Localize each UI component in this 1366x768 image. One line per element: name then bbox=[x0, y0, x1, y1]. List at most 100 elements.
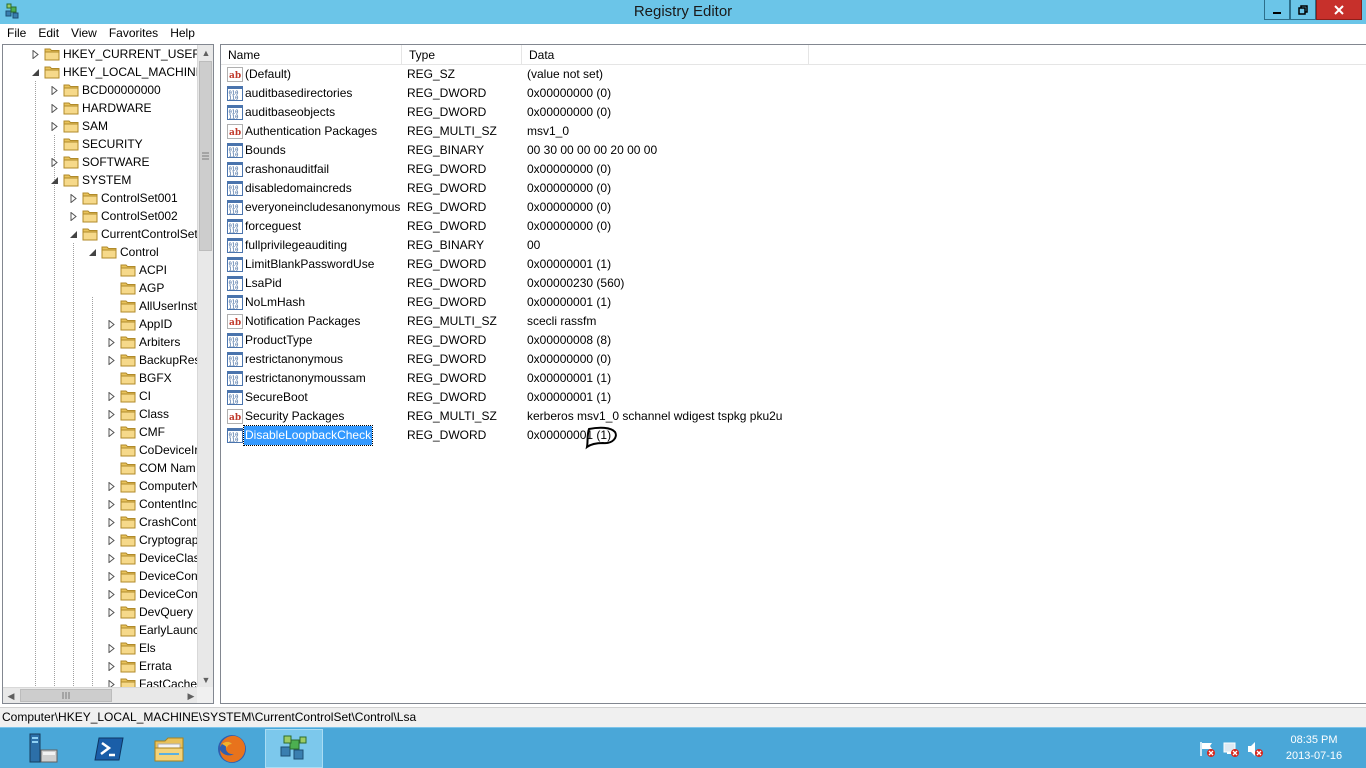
tree-node[interactable]: AllUserInst bbox=[107, 297, 197, 315]
minimize-button[interactable] bbox=[1264, 0, 1290, 20]
tree-expander[interactable] bbox=[107, 531, 116, 549]
value-row[interactable]: 010 110 SecureBoot REG_DWORD 0x00000001 (1) bbox=[221, 388, 1366, 407]
menu-edit[interactable]: Edit bbox=[32, 24, 65, 44]
tree-expander[interactable] bbox=[107, 315, 116, 333]
tree-expander[interactable] bbox=[107, 585, 116, 603]
tree-expander[interactable] bbox=[107, 351, 116, 369]
column-header-data[interactable]: Data bbox=[522, 45, 809, 65]
menu-help[interactable]: Help bbox=[164, 24, 201, 44]
value-row[interactable]: 010 110 auditbaseobjects REG_DWORD 0x0000000… bbox=[221, 103, 1366, 122]
value-row[interactable]: 010 110 auditbasedirectories REG_DWORD 0x000… bbox=[221, 84, 1366, 103]
value-row[interactable]: 010 110 everyoneincludesanonymous REG_DWORD… bbox=[221, 198, 1366, 217]
menu-file[interactable]: File bbox=[0, 24, 32, 44]
tree-node[interactable]: SECURITY bbox=[50, 135, 143, 153]
tree-node[interactable]: ContentInc bbox=[107, 495, 197, 513]
taskbar-file-explorer[interactable] bbox=[140, 729, 198, 768]
menu-view[interactable]: View bbox=[65, 24, 103, 44]
tree-horizontal-scrollbar[interactable]: ◀ ▶ bbox=[3, 687, 199, 703]
tree-expander[interactable] bbox=[31, 63, 40, 81]
value-row[interactable]: ab Notification Packages REG_MULTI_SZ scecl… bbox=[221, 312, 1366, 331]
tree-node[interactable]: HKEY_CURRENT_USER bbox=[31, 45, 199, 63]
value-row[interactable]: 010 110 disabledomaincreds REG_DWORD 0x00000… bbox=[221, 179, 1366, 198]
tree-node[interactable]: Errata bbox=[107, 657, 172, 675]
tree-node[interactable]: ControlSet002 bbox=[69, 207, 178, 225]
restore-button[interactable] bbox=[1290, 0, 1316, 20]
value-row[interactable]: 010 110 LimitBlankPasswordUse REG_DWORD 0x00… bbox=[221, 255, 1366, 274]
tree-node[interactable]: Cryptograp bbox=[107, 531, 198, 549]
tree-node[interactable]: Els bbox=[107, 639, 156, 657]
column-header-type[interactable]: Type bbox=[402, 45, 522, 65]
tree-expander[interactable] bbox=[69, 189, 78, 207]
tree-node[interactable]: BGFX bbox=[107, 369, 172, 387]
key-tree-pane[interactable]: HKEY_CURRENT_USER HKEY_LOCAL_MACHINE BCD00… bbox=[2, 44, 214, 704]
close-button[interactable] bbox=[1316, 0, 1362, 20]
tree-node[interactable]: CI bbox=[107, 387, 151, 405]
tree-node[interactable]: AGP bbox=[107, 279, 164, 297]
value-row[interactable]: 010 110 crashonauditfail REG_DWORD 0x0000000… bbox=[221, 160, 1366, 179]
tree-expander[interactable] bbox=[69, 225, 78, 243]
value-row[interactable]: 010 110 DisableLoopbackCheck REG_DWORD 0x000… bbox=[221, 425, 1366, 446]
tree-expander[interactable] bbox=[88, 243, 97, 261]
clock[interactable]: 08:35 PM 2013-07-16 bbox=[1266, 732, 1362, 764]
tree-expander[interactable] bbox=[107, 567, 116, 585]
tree-node[interactable]: BackupRes bbox=[107, 351, 199, 369]
tree-expander[interactable] bbox=[107, 549, 116, 567]
tree-node[interactable]: DeviceCon bbox=[107, 567, 198, 585]
value-row[interactable]: ab Authentication Packages REG_MULTI_SZ msv… bbox=[221, 122, 1366, 141]
tree-node[interactable]: CrashCont bbox=[107, 513, 196, 531]
value-row[interactable]: 010 110 restrictanonymous REG_DWORD 0x000000… bbox=[221, 350, 1366, 369]
value-row[interactable]: ab Security Packages REG_MULTI_SZ kerberos … bbox=[221, 407, 1366, 426]
taskbar-powershell[interactable] bbox=[80, 729, 138, 768]
tree-node[interactable]: SYSTEM bbox=[50, 171, 131, 189]
tree-node[interactable]: ComputerN bbox=[107, 477, 199, 495]
value-row[interactable]: ab (Default) REG_SZ (value not set) bbox=[221, 65, 1366, 84]
tree-node[interactable]: SOFTWARE bbox=[50, 153, 150, 171]
tree-expander[interactable] bbox=[50, 117, 59, 135]
tree-expander[interactable] bbox=[107, 387, 116, 405]
tree-node[interactable]: BCD00000000 bbox=[50, 81, 161, 99]
tree-node[interactable]: AppID bbox=[107, 315, 172, 333]
value-row[interactable]: 010 110 LsaPid REG_DWORD 0x00000230 (560) bbox=[221, 274, 1366, 293]
volume-muted-icon[interactable] bbox=[1246, 740, 1264, 758]
tree-node[interactable]: Class bbox=[107, 405, 169, 423]
tree-expander[interactable] bbox=[50, 99, 59, 117]
column-header-name[interactable]: Name bbox=[221, 45, 402, 65]
tree-hscroll-thumb[interactable] bbox=[20, 689, 112, 702]
value-list-pane[interactable]: Name Type Data ab (Default) REG_SZ (value n… bbox=[220, 44, 1366, 704]
tree-expander[interactable] bbox=[50, 81, 59, 99]
value-row[interactable]: 010 110 restrictanonymoussam REG_DWORD 0x000… bbox=[221, 369, 1366, 388]
scroll-up-arrow-icon[interactable]: ▲ bbox=[198, 45, 213, 61]
tree-node[interactable]: HKEY_LOCAL_MACHINE bbox=[31, 63, 199, 81]
tree-node[interactable]: DeviceCon bbox=[107, 585, 198, 603]
tree-expander[interactable] bbox=[107, 513, 116, 531]
tree-node[interactable]: COM Nam bbox=[107, 459, 196, 477]
tree-node[interactable]: ControlSet001 bbox=[69, 189, 178, 207]
tree-vertical-scrollbar[interactable]: ▲ ▼ bbox=[197, 45, 213, 688]
tree-expander[interactable] bbox=[69, 207, 78, 225]
tree-expander[interactable] bbox=[107, 477, 116, 495]
network-icon[interactable] bbox=[1222, 740, 1240, 758]
scroll-down-arrow-icon[interactable]: ▼ bbox=[198, 672, 213, 688]
menu-favorites[interactable]: Favorites bbox=[103, 24, 164, 44]
tree-node[interactable]: DevQuery bbox=[107, 603, 193, 621]
tree-node[interactable]: Control bbox=[88, 243, 159, 261]
tree-expander[interactable] bbox=[107, 603, 116, 621]
tree-expander[interactable] bbox=[50, 153, 59, 171]
tree-expander[interactable] bbox=[107, 423, 116, 441]
tree-node[interactable]: DeviceClas bbox=[107, 549, 199, 567]
tree-expander[interactable] bbox=[107, 639, 116, 657]
taskbar-firefox[interactable] bbox=[203, 729, 261, 768]
tree-node[interactable]: CoDeviceIr bbox=[107, 441, 198, 459]
value-row[interactable]: 010 110 forceguest REG_DWORD 0x00000000 (0) bbox=[221, 217, 1366, 236]
tree-node[interactable]: SAM bbox=[50, 117, 108, 135]
value-row[interactable]: 010 110 NoLmHash REG_DWORD 0x00000001 (1) bbox=[221, 293, 1366, 312]
scroll-left-arrow-icon[interactable]: ◀ bbox=[3, 688, 19, 703]
taskbar-server-manager[interactable] bbox=[14, 729, 72, 768]
tree-expander[interactable] bbox=[31, 45, 40, 63]
tree-node[interactable]: Arbiters bbox=[107, 333, 180, 351]
tree-node[interactable]: EarlyLaunc bbox=[107, 621, 199, 639]
value-row[interactable]: 010 110 Bounds REG_BINARY 00 30 00 00 00 20 … bbox=[221, 141, 1366, 160]
tree-node[interactable]: CMF bbox=[107, 423, 165, 441]
action-center-flag-icon[interactable] bbox=[1198, 740, 1216, 758]
tree-node[interactable]: CurrentControlSet bbox=[69, 225, 198, 243]
